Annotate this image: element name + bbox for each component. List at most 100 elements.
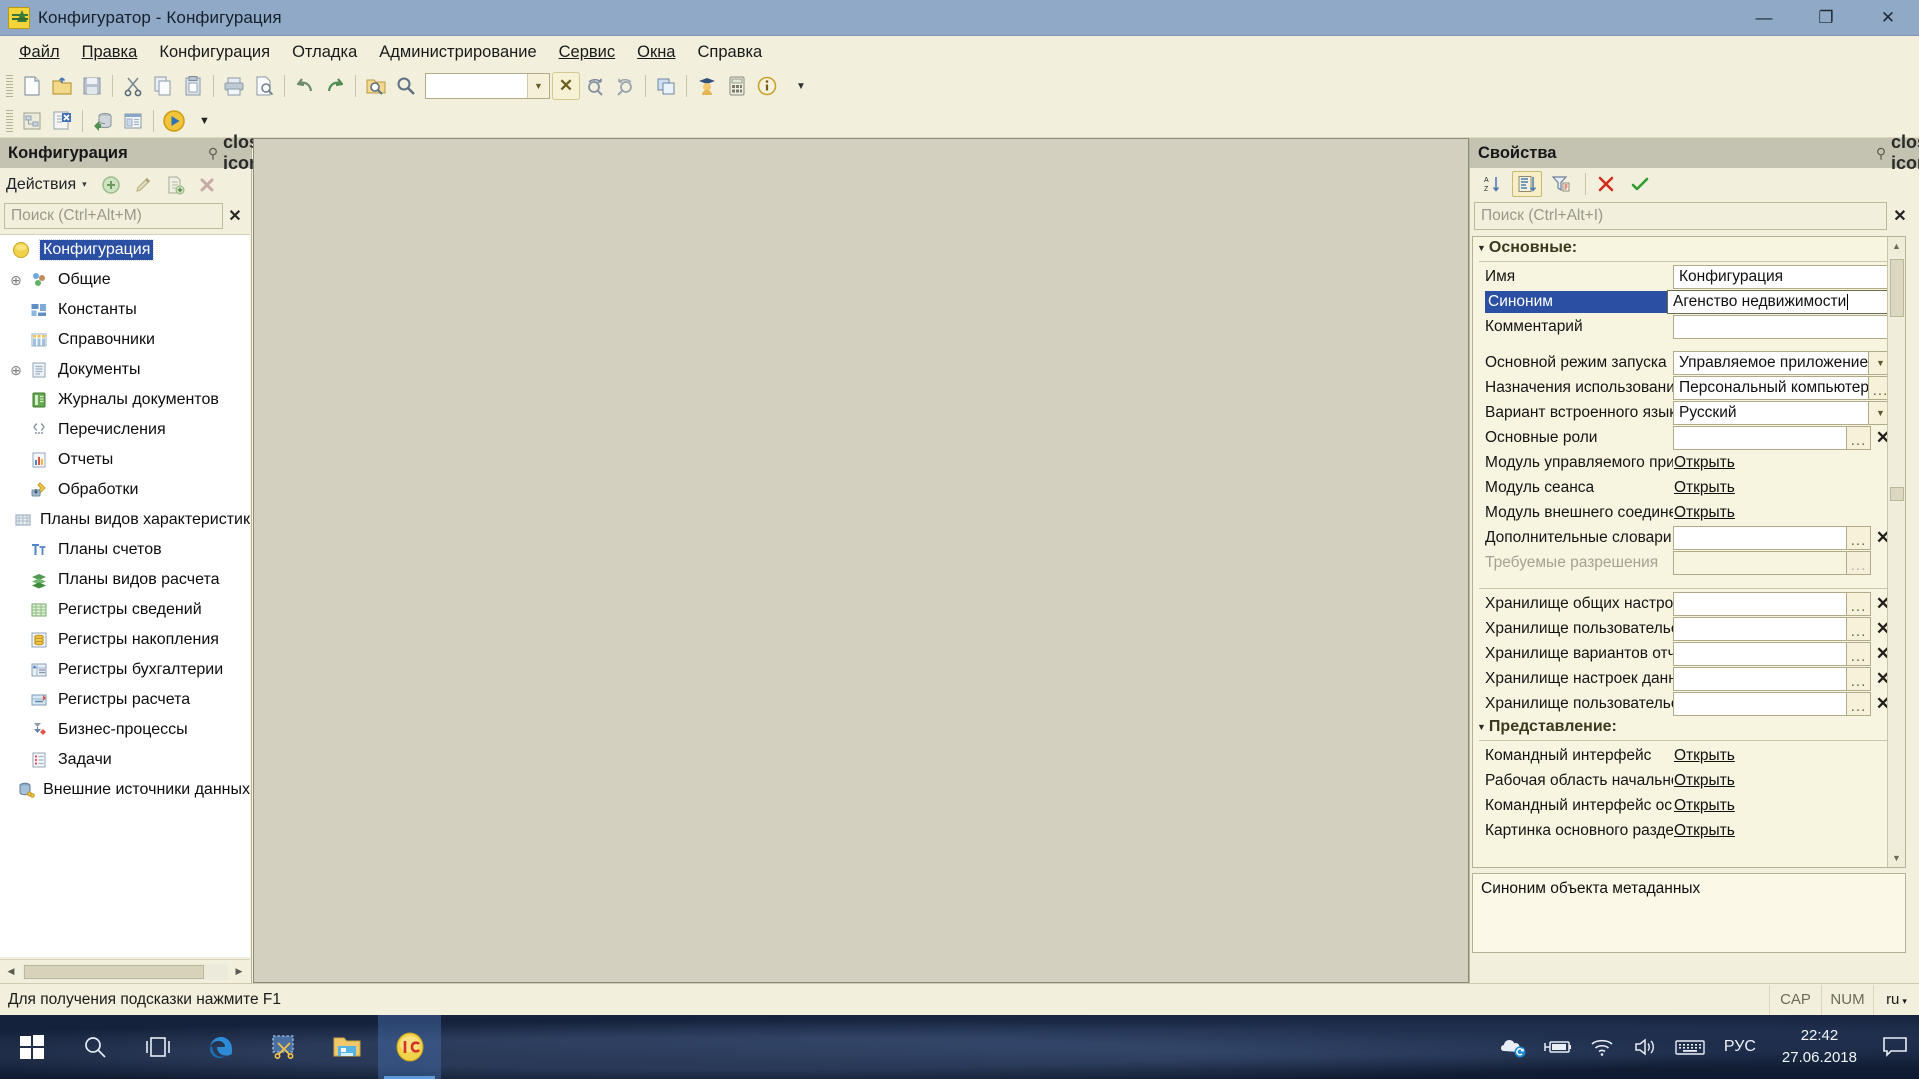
syntax-assistant-icon[interactable] [693, 72, 721, 100]
tree-item-calculation-registers[interactable]: · Регистры расчета [0, 685, 250, 715]
about-icon[interactable] [753, 72, 781, 100]
scroll-left-icon[interactable]: ◀ [0, 961, 22, 983]
tree-item-information-registers[interactable]: · Регистры сведений [0, 595, 250, 625]
property-value-input[interactable] [1673, 691, 1847, 716]
tree-item-catalogs[interactable]: · Справочники [0, 325, 250, 355]
start-debug-icon[interactable] [160, 107, 188, 135]
find-previous-icon[interactable] [611, 72, 639, 100]
actions-menu-button[interactable]: Действия [6, 176, 76, 194]
copy-icon[interactable] [149, 72, 177, 100]
chevron-down-icon[interactable]: ▾ [82, 179, 87, 190]
undo-arrow-icon[interactable] [291, 72, 319, 100]
pin-icon[interactable]: ⚲ [1871, 145, 1891, 162]
close-icon[interactable]: close-icon [1891, 132, 1919, 174]
property-row-default-roles[interactable]: Основные роли ... ✕ [1473, 425, 1905, 450]
property-value-input[interactable] [1673, 616, 1847, 641]
toolbar-grip[interactable] [6, 109, 13, 132]
tree-item-business-processes[interactable]: · Бизнес-процессы [0, 715, 250, 745]
properties-search-clear-button[interactable]: ✕ [1887, 206, 1913, 226]
close-icon[interactable]: close-icon [223, 132, 275, 174]
tree-item-documents[interactable]: ⊕ Документы [0, 355, 250, 385]
open-link[interactable]: Открыть [1673, 479, 1735, 497]
tree-item-chart-of-characteristic-types[interactable]: · Планы видов характеристик [0, 505, 250, 535]
properties-search-input[interactable]: Поиск (Ctrl+Alt+I) [1474, 202, 1887, 230]
open-link[interactable]: Открыть [1673, 454, 1735, 472]
onedrive-sync-icon[interactable] [1492, 1015, 1536, 1079]
property-value-input[interactable] [1673, 666, 1847, 691]
delete-icon[interactable] [193, 172, 221, 198]
taskbar-clock[interactable]: 22:42 27.06.2018 [1768, 1025, 1871, 1069]
property-row-external-connection-module[interactable]: Модуль внешнего соединения Открыть [1473, 500, 1905, 525]
search-magnifier-icon[interactable] [392, 72, 420, 100]
property-value-input[interactable] [1673, 591, 1847, 616]
chevron-down-icon[interactable]: ▼ [527, 74, 549, 98]
copy-item-icon[interactable] [161, 172, 189, 198]
tree-item-data-processors[interactable]: · Обработки [0, 475, 250, 505]
tree-item-chart-of-accounts[interactable]: · Планы счетов [0, 535, 250, 565]
property-value-input[interactable]: Персональный компьютер [1673, 375, 1869, 400]
configuration-tree-hscrollbar[interactable]: ◀ ▶ [0, 959, 250, 983]
config-properties-icon[interactable] [119, 107, 147, 135]
open-link[interactable]: Открыть [1673, 504, 1735, 522]
toolbar-overflow-caret[interactable]: ▼ [796, 81, 806, 92]
property-value-input[interactable] [1673, 425, 1847, 450]
hscroll-track[interactable] [22, 963, 228, 980]
property-row-main-section-command-interface[interactable]: Командный интерфейс основного Открыть [1473, 793, 1905, 818]
cancel-red-x-icon[interactable] [1591, 171, 1621, 197]
properties-list[interactable]: ▼ Основные: Имя Конфигурация Синоним Аге… [1472, 236, 1906, 868]
edit-icon[interactable] [129, 172, 157, 198]
property-row-home-page-work-area[interactable]: Рабочая область начальной Открыть [1473, 768, 1905, 793]
paste-icon[interactable] [179, 72, 207, 100]
scroll-right-icon[interactable]: ▶ [228, 961, 250, 983]
chevron-down-icon[interactable]: ▼ [1477, 722, 1486, 732]
menu-file[interactable]: Файл [8, 39, 71, 66]
debug-options-caret[interactable]: ▼ [199, 115, 210, 127]
battery-charging-icon[interactable] [1536, 1015, 1580, 1079]
tree-item-accumulation-registers[interactable]: · Регистры накопления [0, 625, 250, 655]
clear-search-button[interactable]: ✕ [552, 72, 580, 100]
scroll-up-icon[interactable]: ▲ [1888, 237, 1905, 255]
property-row-main-run-mode[interactable]: Основной режим запуска Управляемое прило… [1473, 350, 1905, 375]
redo-arrow-icon[interactable] [321, 72, 349, 100]
property-row-user-settings-storage[interactable]: Хранилище пользовательских ... ✕ [1473, 616, 1905, 641]
action-center-icon[interactable] [1871, 1015, 1919, 1079]
tree-item-accounting-registers[interactable]: · Регистры бухгалтерии [0, 655, 250, 685]
scroll-down-icon[interactable]: ▼ [1888, 849, 1905, 867]
find-in-folder-icon[interactable] [362, 72, 390, 100]
tree-item-reports[interactable]: · Отчеты [0, 445, 250, 475]
ellipsis-button[interactable]: ... [1847, 691, 1871, 716]
toolbar-grip[interactable] [6, 75, 13, 97]
edge-browser-icon[interactable] [189, 1015, 252, 1079]
tree-item-document-journals[interactable]: · Журналы документов [0, 385, 250, 415]
filter-icon[interactable] [1546, 171, 1576, 197]
property-row-additional-dictionaries[interactable]: Дополнительные словари ... ✕ [1473, 525, 1905, 550]
snipping-tool-icon[interactable] [252, 1015, 315, 1079]
property-row-main-section-picture[interactable]: Картинка основного раздела Открыть [1473, 818, 1905, 843]
chevron-down-icon[interactable]: ▾ [1902, 996, 1907, 1006]
taskbar-language-indicator[interactable]: РУС [1712, 1038, 1768, 1056]
property-row-report-variants-storage[interactable]: Хранилище вариантов отчетов ... ✕ [1473, 641, 1905, 666]
new-document-icon[interactable] [18, 72, 46, 100]
calculator-icon[interactable] [723, 72, 751, 100]
volume-icon[interactable] [1624, 1015, 1668, 1079]
property-value-input[interactable] [1673, 525, 1847, 550]
property-value-dropdown[interactable]: Управляемое приложение [1673, 350, 1869, 375]
property-group-header-presentation[interactable]: ▼ Представление: [1473, 716, 1905, 738]
search-input[interactable]: Поиск (Ctrl+Alt+M) [4, 203, 223, 229]
property-value-dropdown[interactable]: Русский [1673, 400, 1869, 425]
search-combo[interactable]: ▼ [425, 73, 550, 99]
find-next-icon[interactable] [581, 72, 609, 100]
pin-icon[interactable]: ⚲ [203, 145, 223, 162]
menu-edit[interactable]: Правка [71, 39, 149, 66]
properties-vscrollbar[interactable]: ▲ ▼ [1887, 237, 1905, 867]
open-link[interactable]: Открыть [1673, 772, 1735, 790]
apply-green-check-icon[interactable] [1625, 171, 1655, 197]
menu-debug[interactable]: Отладка [281, 39, 368, 66]
print-icon[interactable] [220, 72, 248, 100]
cut-scissors-icon[interactable] [119, 72, 147, 100]
property-row-managed-app-module[interactable]: Модуль управляемого приложения Открыть [1473, 450, 1905, 475]
ellipsis-button[interactable]: ... [1847, 641, 1871, 666]
property-row-name[interactable]: Имя Конфигурация [1473, 264, 1905, 289]
open-link[interactable]: Открыть [1673, 822, 1735, 840]
expand-icon[interactable]: ⊕ [6, 360, 26, 380]
